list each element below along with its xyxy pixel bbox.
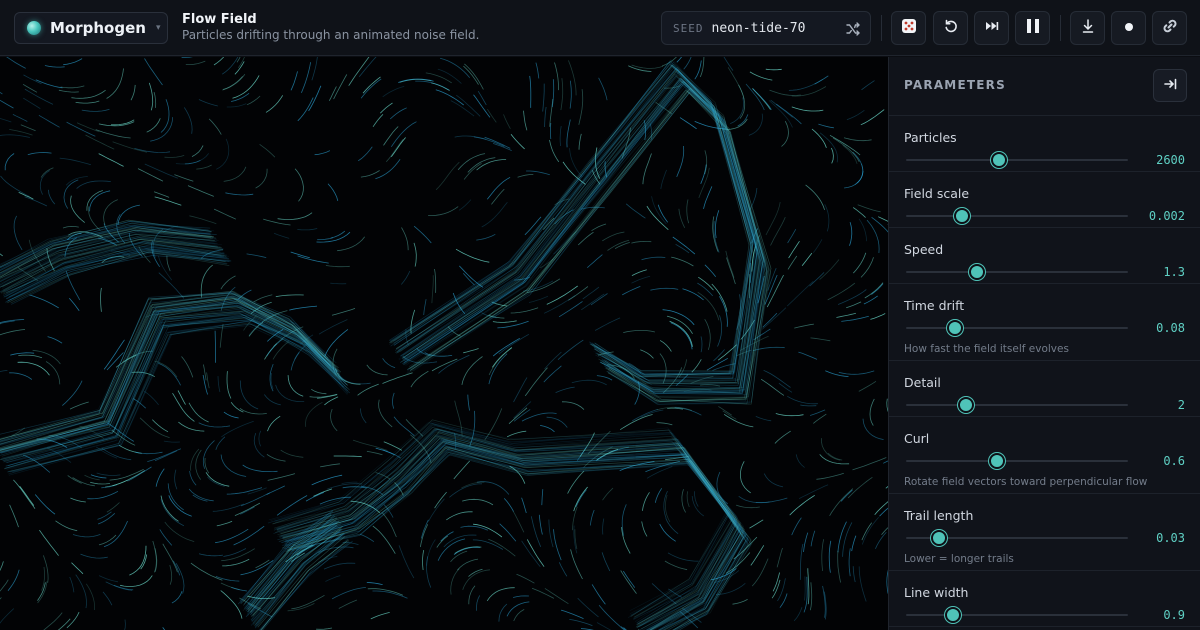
param-slider[interactable]: 0.6 — [904, 450, 1185, 472]
slider-thumb[interactable] — [957, 397, 974, 413]
slider-thumb[interactable] — [991, 152, 1008, 168]
param-value: 2 — [1177, 398, 1185, 412]
param-label: Detail — [904, 375, 941, 390]
page-title: Flow Field — [182, 12, 257, 27]
param-speed: Speed 1.3 — [889, 228, 1200, 284]
flow-field-render — [0, 57, 888, 630]
seed-input[interactable] — [711, 20, 832, 36]
parameter-list: Particles 2600 Field scale 0.002 Speed 1.3 Tim… — [889, 116, 1200, 627]
slider-track[interactable] — [906, 614, 1128, 616]
slider-thumb[interactable] — [989, 453, 1006, 469]
param-slider[interactable]: 2 — [904, 394, 1185, 416]
seed-label: SEED — [673, 21, 704, 35]
param-detail: Detail 2 — [889, 361, 1200, 417]
param-curl: Curl 0.6 Rotate field vectors toward perpe… — [889, 417, 1200, 494]
collapse-panel-icon — [1163, 78, 1177, 94]
collapse-panel-button[interactable] — [1153, 69, 1187, 102]
pause-icon — [1025, 18, 1041, 38]
page-subtitle: Particles drifting through an animated n… — [182, 28, 480, 42]
seed-field: SEED — [661, 11, 871, 45]
param-label: Trail length — [904, 508, 974, 523]
param-value: 1.3 — [1163, 265, 1185, 279]
step-button[interactable] — [974, 11, 1009, 45]
reset-button[interactable] — [933, 11, 968, 45]
param-slider[interactable]: 2600 — [904, 149, 1185, 171]
slider-track[interactable] — [906, 159, 1128, 161]
param-label: Particles — [904, 130, 957, 145]
panel-header: PARAMETERS — [889, 57, 1200, 116]
shuffle-icon[interactable] — [842, 18, 864, 40]
param-slider[interactable]: 0.08 — [904, 317, 1185, 339]
param-value: 0.9 — [1163, 608, 1185, 622]
pause-button[interactable] — [1015, 11, 1050, 45]
param-particles: Particles 2600 — [889, 116, 1200, 172]
param-value: 0.03 — [1156, 531, 1185, 545]
flow-field-canvas[interactable] — [0, 57, 888, 630]
param-label: Speed — [904, 242, 944, 257]
slider-thumb[interactable] — [931, 530, 948, 546]
particle-trails — [0, 57, 888, 630]
slider-thumb[interactable] — [946, 320, 963, 336]
toolbar-divider — [881, 15, 882, 41]
param-time-drift: Time drift 0.08 How fast the field itself … — [889, 284, 1200, 361]
page-heading: Flow Field Particles drifting through an… — [182, 11, 479, 43]
param-slider[interactable]: 0.002 — [904, 205, 1185, 227]
param-label: Field scale — [904, 186, 970, 201]
record-button[interactable] — [1111, 11, 1146, 45]
reset-icon — [944, 19, 958, 37]
randomize-button[interactable] — [891, 11, 926, 45]
link-icon — [1161, 17, 1179, 39]
parameters-panel: PARAMETERS Particles 2600 Field scale 0.002… — [888, 57, 1200, 630]
slider-track[interactable] — [906, 327, 1128, 329]
param-trail-length: Trail length 0.03 Lower = longer trails — [889, 494, 1200, 571]
toolbar-divider — [1060, 15, 1061, 41]
chevron-down-icon: ▾ — [155, 23, 161, 33]
orb-logo-icon — [27, 21, 41, 35]
param-hint: Rotate field vectors toward perpendicula… — [904, 476, 1148, 488]
param-hint: How fast the field itself evolves — [904, 343, 1069, 355]
slider-track[interactable] — [906, 215, 1128, 217]
slider-track[interactable] — [906, 404, 1128, 406]
dice-icon — [900, 17, 918, 39]
step-forward-icon — [985, 20, 999, 36]
param-label: Curl — [904, 431, 930, 446]
param-hint: Lower = longer trails — [904, 553, 1014, 565]
param-label: Time drift — [904, 298, 965, 313]
slider-track[interactable] — [906, 271, 1128, 273]
param-value: 0.08 — [1156, 321, 1185, 335]
param-value: 2600 — [1156, 153, 1185, 167]
param-slider[interactable]: 0.03 — [904, 527, 1185, 549]
param-label: Line width — [904, 585, 969, 600]
slider-thumb[interactable] — [944, 607, 961, 623]
app-switcher[interactable]: Morphogen ▾ — [14, 12, 168, 44]
param-field-scale: Field scale 0.002 — [889, 172, 1200, 228]
param-line-width: Line width 0.9 — [889, 571, 1200, 627]
top-bar: Morphogen ▾ Flow Field Particles driftin… — [0, 0, 1200, 56]
param-value: 0.002 — [1148, 209, 1185, 223]
slider-thumb[interactable] — [969, 264, 986, 280]
param-value: 0.6 — [1163, 454, 1185, 468]
download-button[interactable] — [1070, 11, 1105, 45]
param-slider[interactable]: 1.3 — [904, 261, 1185, 283]
param-slider[interactable]: 0.9 — [904, 604, 1185, 626]
copy-link-button[interactable] — [1152, 11, 1187, 45]
panel-title: PARAMETERS — [904, 78, 1006, 92]
slider-track[interactable] — [906, 460, 1128, 462]
app-name: Morphogen — [50, 19, 146, 37]
slider-thumb[interactable] — [953, 208, 970, 224]
record-icon — [1124, 20, 1134, 36]
download-icon — [1082, 19, 1094, 37]
